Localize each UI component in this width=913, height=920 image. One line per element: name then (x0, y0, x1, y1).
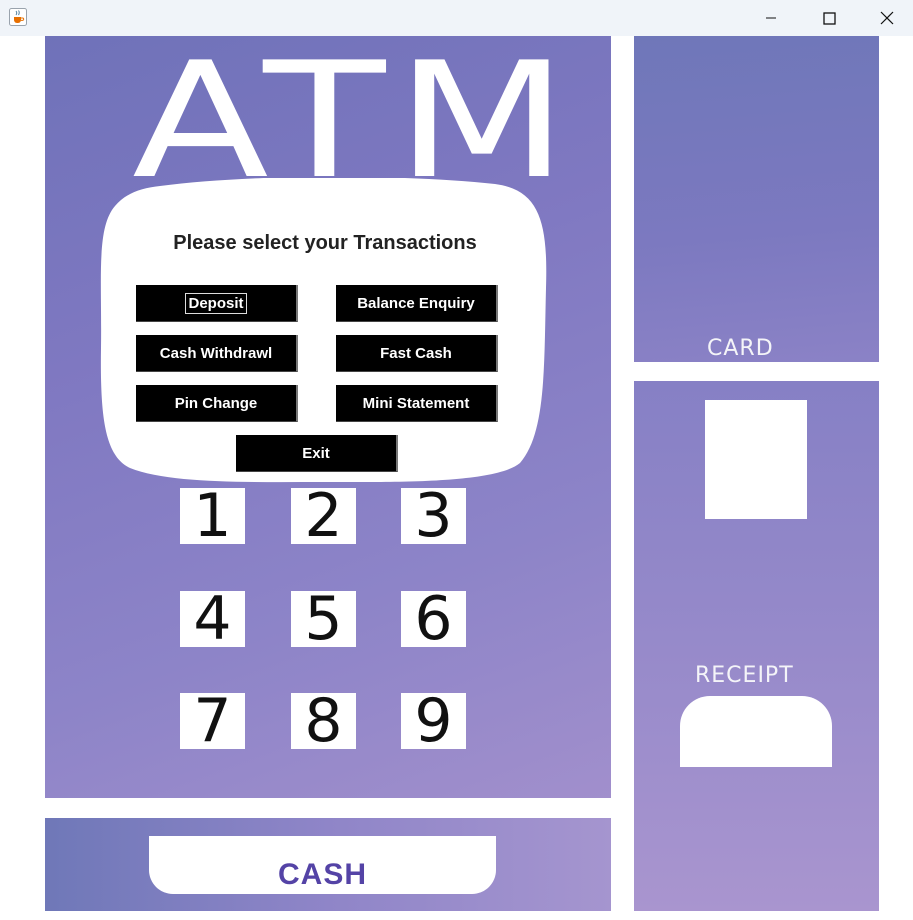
transaction-prompt: Please select your Transactions (173, 232, 477, 254)
receipt-label: RECEIPT (695, 663, 794, 688)
minimize-button[interactable] (748, 0, 794, 36)
java-cup-icon (9, 8, 27, 26)
cash-withdrawl-label: Cash Withdrawl (159, 344, 273, 362)
balance-enquiry-label: Balance Enquiry (357, 294, 475, 312)
maximize-button[interactable] (806, 0, 852, 36)
close-icon (880, 11, 894, 25)
pin-change-label: Pin Change (174, 394, 258, 412)
exit-button[interactable]: Exit (236, 435, 398, 472)
exit-label: Exit (302, 444, 330, 462)
keypad-key-9: 9 (401, 691, 466, 751)
keypad-key-7: 7 (180, 691, 245, 751)
minimize-icon (766, 17, 776, 19)
keypad-key-4: 4 (180, 589, 245, 649)
card-label: CARD (707, 336, 774, 361)
maximize-icon (822, 11, 836, 25)
keypad-key-6: 6 (401, 589, 466, 649)
balance-enquiry-button[interactable]: Balance Enquiry (336, 285, 498, 322)
cash-label: CASH (277, 858, 367, 891)
deposit-button[interactable]: Deposit (136, 285, 298, 322)
deposit-label: Deposit (185, 292, 247, 314)
cash-withdrawl-button[interactable]: Cash Withdrawl (136, 335, 298, 372)
keypad-key-5: 5 (291, 589, 356, 649)
mini-statement-button[interactable]: Mini Statement (336, 385, 498, 422)
keypad-key-8: 8 (291, 691, 356, 751)
keypad-key-3: 3 (401, 486, 466, 546)
card-slot (705, 400, 807, 519)
receipt-slot (680, 696, 832, 767)
fast-cash-button[interactable]: Fast Cash (336, 335, 498, 372)
keypad-key-2: 2 (291, 486, 356, 546)
window-titlebar (0, 0, 913, 36)
fast-cash-label: Fast Cash (380, 344, 452, 362)
pin-change-button[interactable]: Pin Change (136, 385, 298, 422)
mini-statement-label: Mini Statement (362, 394, 470, 412)
card-panel: CARD (634, 36, 879, 362)
close-button[interactable] (864, 0, 910, 36)
keypad-key-1: 1 (180, 486, 245, 546)
